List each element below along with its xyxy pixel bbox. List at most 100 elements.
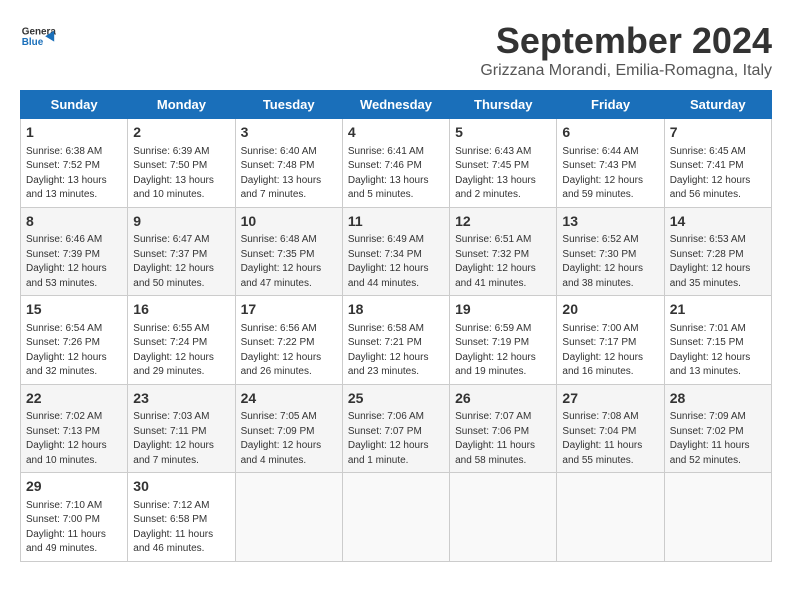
- day-number: 17: [241, 300, 337, 320]
- day-info: Sunrise: 6:45 AM Sunset: 7:41 PM Dayligh…: [670, 145, 766, 203]
- week-row-3: 15Sunrise: 6:54 AM Sunset: 7:26 PM Dayli…: [21, 296, 772, 385]
- weekday-header-friday: Friday: [557, 91, 664, 119]
- day-number: 3: [241, 123, 337, 143]
- week-row-1: 1Sunrise: 6:38 AM Sunset: 7:52 PM Daylig…: [21, 119, 772, 208]
- day-info: Sunrise: 6:52 AM Sunset: 7:30 PM Dayligh…: [562, 233, 658, 291]
- calendar-cell: [235, 473, 342, 562]
- calendar-cell: 6Sunrise: 6:44 AM Sunset: 7:43 PM Daylig…: [557, 119, 664, 208]
- day-number: 24: [241, 389, 337, 409]
- calendar-cell: 26Sunrise: 7:07 AM Sunset: 7:06 PM Dayli…: [450, 384, 557, 473]
- logo-icon: General Blue: [20, 20, 56, 56]
- title-block: September 2024 Grizzana Morandi, Emilia-…: [480, 20, 772, 80]
- day-info: Sunrise: 6:48 AM Sunset: 7:35 PM Dayligh…: [241, 233, 337, 291]
- day-number: 13: [562, 212, 658, 232]
- calendar-cell: 28Sunrise: 7:09 AM Sunset: 7:02 PM Dayli…: [664, 384, 771, 473]
- day-info: Sunrise: 7:12 AM Sunset: 6:58 PM Dayligh…: [133, 499, 229, 557]
- day-number: 7: [670, 123, 766, 143]
- calendar-cell: 17Sunrise: 6:56 AM Sunset: 7:22 PM Dayli…: [235, 296, 342, 385]
- day-info: Sunrise: 6:43 AM Sunset: 7:45 PM Dayligh…: [455, 145, 551, 203]
- day-info: Sunrise: 6:41 AM Sunset: 7:46 PM Dayligh…: [348, 145, 444, 203]
- day-number: 26: [455, 389, 551, 409]
- day-number: 22: [26, 389, 122, 409]
- day-info: Sunrise: 6:46 AM Sunset: 7:39 PM Dayligh…: [26, 233, 122, 291]
- calendar-cell: 16Sunrise: 6:55 AM Sunset: 7:24 PM Dayli…: [128, 296, 235, 385]
- calendar-cell: 24Sunrise: 7:05 AM Sunset: 7:09 PM Dayli…: [235, 384, 342, 473]
- day-info: Sunrise: 6:49 AM Sunset: 7:34 PM Dayligh…: [348, 233, 444, 291]
- day-number: 30: [133, 477, 229, 497]
- svg-text:Blue: Blue: [22, 37, 44, 48]
- weekday-header-saturday: Saturday: [664, 91, 771, 119]
- weekday-header-monday: Monday: [128, 91, 235, 119]
- calendar-cell: 15Sunrise: 6:54 AM Sunset: 7:26 PM Dayli…: [21, 296, 128, 385]
- calendar-cell: 11Sunrise: 6:49 AM Sunset: 7:34 PM Dayli…: [342, 207, 449, 296]
- week-row-5: 29Sunrise: 7:10 AM Sunset: 7:00 PM Dayli…: [21, 473, 772, 562]
- day-info: Sunrise: 7:10 AM Sunset: 7:00 PM Dayligh…: [26, 499, 122, 557]
- calendar-cell: 4Sunrise: 6:41 AM Sunset: 7:46 PM Daylig…: [342, 119, 449, 208]
- day-number: 16: [133, 300, 229, 320]
- day-number: 11: [348, 212, 444, 232]
- day-number: 23: [133, 389, 229, 409]
- calendar-subtitle: Grizzana Morandi, Emilia-Romagna, Italy: [480, 62, 772, 80]
- calendar-cell: [450, 473, 557, 562]
- weekday-header-row: SundayMondayTuesdayWednesdayThursdayFrid…: [21, 91, 772, 119]
- calendar-cell: [664, 473, 771, 562]
- day-number: 18: [348, 300, 444, 320]
- calendar-cell: 13Sunrise: 6:52 AM Sunset: 7:30 PM Dayli…: [557, 207, 664, 296]
- logo: General Blue: [20, 20, 56, 56]
- calendar-cell: 30Sunrise: 7:12 AM Sunset: 6:58 PM Dayli…: [128, 473, 235, 562]
- calendar-cell: 2Sunrise: 6:39 AM Sunset: 7:50 PM Daylig…: [128, 119, 235, 208]
- day-info: Sunrise: 6:54 AM Sunset: 7:26 PM Dayligh…: [26, 322, 122, 380]
- calendar-cell: 18Sunrise: 6:58 AM Sunset: 7:21 PM Dayli…: [342, 296, 449, 385]
- calendar-cell: 19Sunrise: 6:59 AM Sunset: 7:19 PM Dayli…: [450, 296, 557, 385]
- day-info: Sunrise: 6:58 AM Sunset: 7:21 PM Dayligh…: [348, 322, 444, 380]
- day-info: Sunrise: 6:47 AM Sunset: 7:37 PM Dayligh…: [133, 233, 229, 291]
- day-info: Sunrise: 6:39 AM Sunset: 7:50 PM Dayligh…: [133, 145, 229, 203]
- day-number: 8: [26, 212, 122, 232]
- day-info: Sunrise: 7:00 AM Sunset: 7:17 PM Dayligh…: [562, 322, 658, 380]
- day-number: 4: [348, 123, 444, 143]
- week-row-2: 8Sunrise: 6:46 AM Sunset: 7:39 PM Daylig…: [21, 207, 772, 296]
- day-number: 29: [26, 477, 122, 497]
- calendar-cell: 8Sunrise: 6:46 AM Sunset: 7:39 PM Daylig…: [21, 207, 128, 296]
- calendar-cell: 1Sunrise: 6:38 AM Sunset: 7:52 PM Daylig…: [21, 119, 128, 208]
- calendar-cell: 22Sunrise: 7:02 AM Sunset: 7:13 PM Dayli…: [21, 384, 128, 473]
- day-number: 19: [455, 300, 551, 320]
- calendar-cell: 29Sunrise: 7:10 AM Sunset: 7:00 PM Dayli…: [21, 473, 128, 562]
- day-info: Sunrise: 6:51 AM Sunset: 7:32 PM Dayligh…: [455, 233, 551, 291]
- day-number: 1: [26, 123, 122, 143]
- weekday-header-wednesday: Wednesday: [342, 91, 449, 119]
- calendar-cell: 7Sunrise: 6:45 AM Sunset: 7:41 PM Daylig…: [664, 119, 771, 208]
- day-number: 27: [562, 389, 658, 409]
- day-info: Sunrise: 7:02 AM Sunset: 7:13 PM Dayligh…: [26, 410, 122, 468]
- day-number: 2: [133, 123, 229, 143]
- day-number: 28: [670, 389, 766, 409]
- day-number: 25: [348, 389, 444, 409]
- day-info: Sunrise: 7:09 AM Sunset: 7:02 PM Dayligh…: [670, 410, 766, 468]
- day-info: Sunrise: 7:06 AM Sunset: 7:07 PM Dayligh…: [348, 410, 444, 468]
- weekday-header-thursday: Thursday: [450, 91, 557, 119]
- day-info: Sunrise: 6:53 AM Sunset: 7:28 PM Dayligh…: [670, 233, 766, 291]
- calendar-cell: 10Sunrise: 6:48 AM Sunset: 7:35 PM Dayli…: [235, 207, 342, 296]
- day-info: Sunrise: 7:05 AM Sunset: 7:09 PM Dayligh…: [241, 410, 337, 468]
- day-info: Sunrise: 7:03 AM Sunset: 7:11 PM Dayligh…: [133, 410, 229, 468]
- day-info: Sunrise: 7:07 AM Sunset: 7:06 PM Dayligh…: [455, 410, 551, 468]
- calendar-cell: [342, 473, 449, 562]
- day-info: Sunrise: 7:01 AM Sunset: 7:15 PM Dayligh…: [670, 322, 766, 380]
- day-number: 21: [670, 300, 766, 320]
- week-row-4: 22Sunrise: 7:02 AM Sunset: 7:13 PM Dayli…: [21, 384, 772, 473]
- calendar-table: SundayMondayTuesdayWednesdayThursdayFrid…: [20, 90, 772, 562]
- day-number: 9: [133, 212, 229, 232]
- weekday-header-sunday: Sunday: [21, 91, 128, 119]
- calendar-cell: 25Sunrise: 7:06 AM Sunset: 7:07 PM Dayli…: [342, 384, 449, 473]
- page-header: General Blue September 2024 Grizzana Mor…: [20, 20, 772, 80]
- calendar-cell: 14Sunrise: 6:53 AM Sunset: 7:28 PM Dayli…: [664, 207, 771, 296]
- calendar-cell: [557, 473, 664, 562]
- calendar-cell: 27Sunrise: 7:08 AM Sunset: 7:04 PM Dayli…: [557, 384, 664, 473]
- calendar-cell: 20Sunrise: 7:00 AM Sunset: 7:17 PM Dayli…: [557, 296, 664, 385]
- day-info: Sunrise: 6:59 AM Sunset: 7:19 PM Dayligh…: [455, 322, 551, 380]
- day-number: 14: [670, 212, 766, 232]
- day-number: 6: [562, 123, 658, 143]
- day-info: Sunrise: 6:55 AM Sunset: 7:24 PM Dayligh…: [133, 322, 229, 380]
- day-number: 10: [241, 212, 337, 232]
- day-number: 12: [455, 212, 551, 232]
